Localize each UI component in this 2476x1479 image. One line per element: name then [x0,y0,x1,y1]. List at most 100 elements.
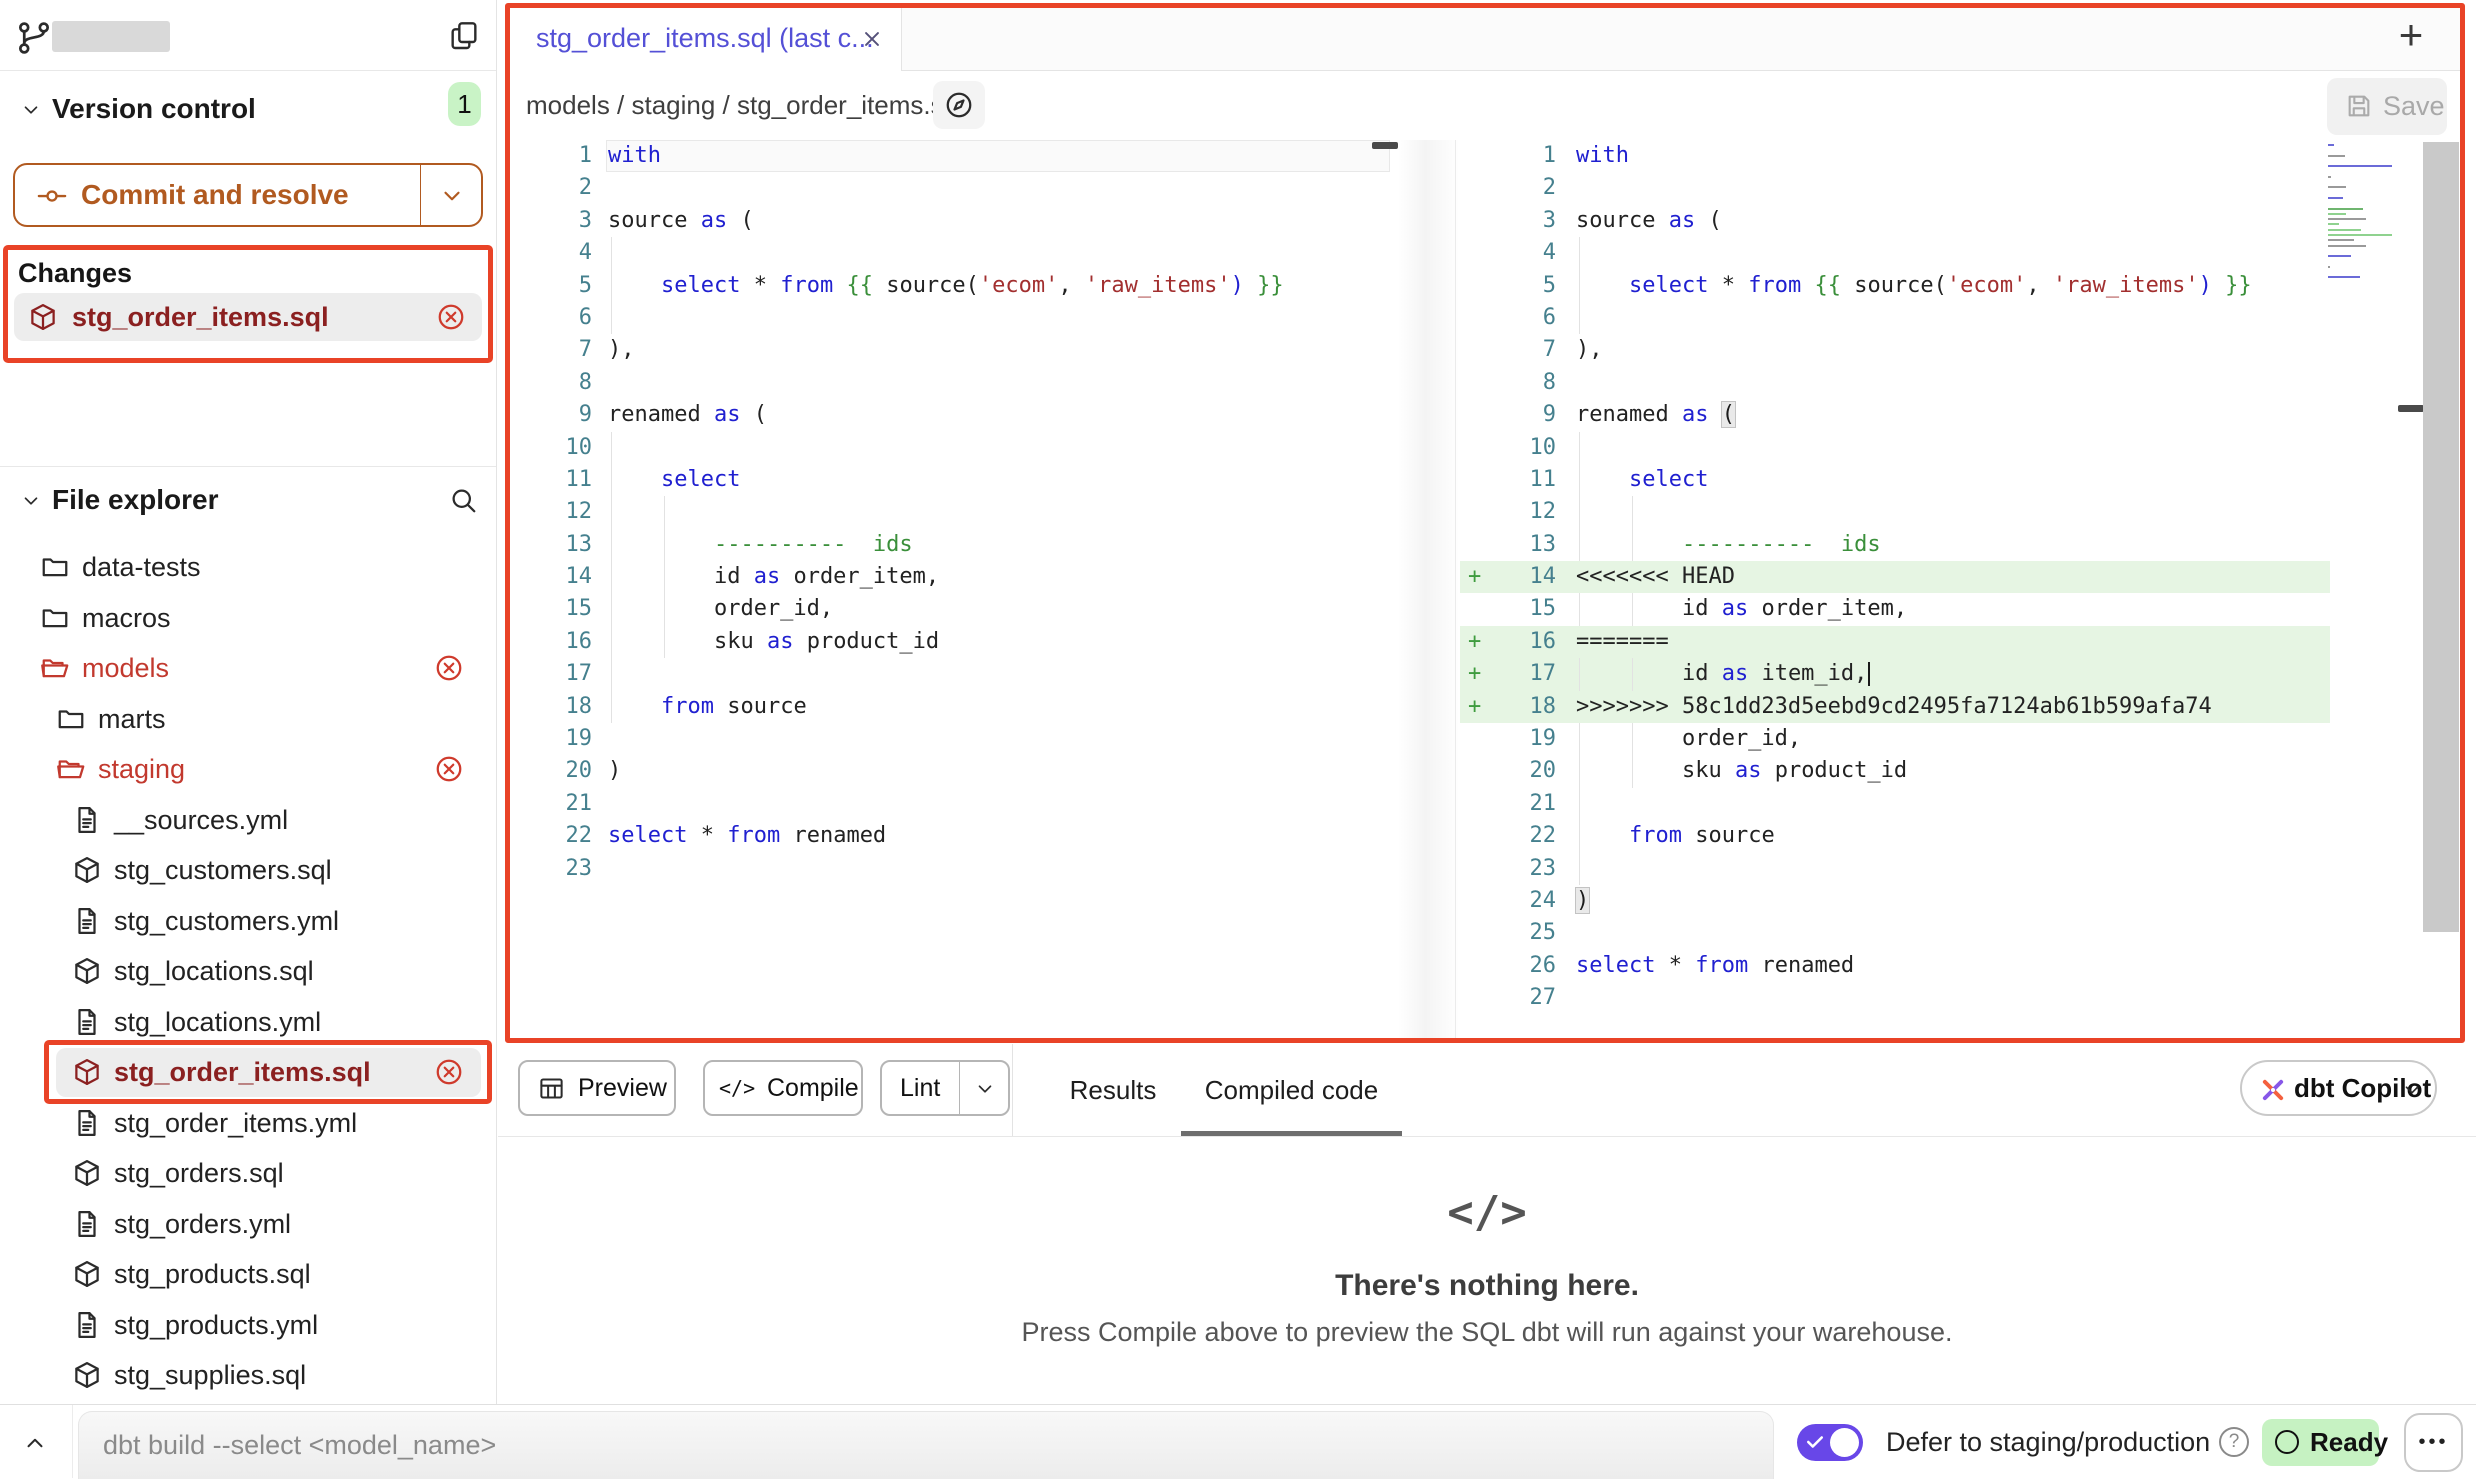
file-row-stg_supplies.sql[interactable]: stg_supplies.sql [0,1350,496,1401]
code-line-12[interactable]: 12 [510,496,1456,528]
file-row-stg_customers.yml[interactable]: stg_customers.yml [0,896,496,947]
file-row-stg_order_items.sql[interactable]: stg_order_items.sql [0,1047,496,1098]
code-line-17[interactable]: +17 id as item_id, [1460,658,2330,690]
code-line-3[interactable]: 3source as ( [510,205,1456,237]
code-line-16[interactable]: 16 sku as product_id [510,626,1456,658]
file-row-marts[interactable]: marts [0,694,496,745]
code-line-4[interactable]: 4 [1460,237,2330,269]
file-row-data-tests[interactable]: data-tests [0,542,496,593]
code-line-27[interactable]: 27 [1460,982,2330,1014]
file-row-stg_locations.yml[interactable]: stg_locations.yml [0,997,496,1048]
code-line-3[interactable]: 3source as ( [1460,205,2330,237]
branch-name-placeholder[interactable] [52,21,170,52]
code-line-15[interactable]: 15 order_id, [510,593,1456,625]
tab-stg-order-items[interactable]: stg_order_items.sql (last c... [510,8,902,72]
code-line-9[interactable]: 9renamed as ( [510,399,1456,431]
file-row-macros[interactable]: macros [0,593,496,644]
file-row-stg_orders.sql[interactable]: stg_orders.sql [0,1148,496,1199]
chevron-down-icon[interactable] [439,183,465,209]
code-line-2[interactable]: 2 [510,172,1456,204]
code-line-19[interactable]: 19 order_id, [1460,723,2330,755]
discard-change-icon[interactable] [434,754,464,784]
file-row-stg_orders.yml[interactable]: stg_orders.yml [0,1199,496,1250]
code-pane-left[interactable]: 1with23source as (45 select * from {{ so… [510,140,1456,1038]
code-line-21[interactable]: 21 [510,788,1456,820]
tab-results[interactable]: Results [1053,1044,1173,1137]
status-badge-ready[interactable]: Ready [2262,1419,2379,1466]
discard-change-icon[interactable] [436,302,466,332]
copy-icon[interactable] [448,20,480,52]
scrollbar-thumb[interactable] [2398,405,2424,412]
file-row-models[interactable]: models [0,643,496,694]
code-line-10[interactable]: 10 [510,432,1456,464]
compile-button[interactable]: </> Compile [703,1060,863,1116]
tab-compiled-code[interactable]: Compiled code [1181,1044,1402,1137]
discard-change-icon[interactable] [434,653,464,683]
file-row-stg_products.yml[interactable]: stg_products.yml [0,1300,496,1351]
dbt-copilot-button[interactable]: dbt Copilot [2240,1060,2437,1116]
code-line-10[interactable]: 10 [1460,432,2330,464]
code-line-11[interactable]: 11 select [510,464,1456,496]
code-line-23[interactable]: 23 [510,853,1456,885]
more-options-button[interactable]: ••• [2404,1413,2463,1472]
scrollbar[interactable] [2423,142,2459,932]
code-line-2[interactable]: 2 [1460,172,2330,204]
search-icon[interactable] [448,485,478,515]
new-tab-button[interactable]: + [2386,10,2436,60]
code-line-26[interactable]: 26select * from renamed [1460,950,2330,982]
code-line-22[interactable]: 22select * from renamed [510,820,1456,852]
code-line-6[interactable]: 6 [1460,302,2330,334]
code-line-5[interactable]: 5 select * from {{ source('ecom', 'raw_i… [1460,270,2330,302]
chevron-down-icon[interactable] [20,490,42,512]
code-line-1[interactable]: 1with [1460,140,2330,172]
code-line-15[interactable]: 15 id as order_item, [1460,593,2330,625]
file-row-stg_products.sql[interactable]: stg_products.sql [0,1249,496,1300]
code-line-8[interactable]: 8 [1460,367,2330,399]
defer-toggle[interactable] [1797,1424,1863,1461]
commit-and-resolve-button[interactable]: Commit and resolve [13,163,483,227]
code-line-11[interactable]: 11 select [1460,464,2330,496]
code-line-22[interactable]: 22 from source [1460,820,2330,852]
changed-file-row[interactable]: stg_order_items.sql [14,293,482,341]
code-line-24[interactable]: 24) [1460,885,2330,917]
preview-button[interactable]: Preview [518,1060,676,1116]
help-icon[interactable]: ? [2219,1427,2249,1457]
version-control-section[interactable]: Version control 1 [0,92,496,126]
code-line-16[interactable]: +16======= [1460,626,2330,658]
code-line-17[interactable]: 17 [510,658,1456,690]
code-line-8[interactable]: 8 [510,367,1456,399]
code-line-21[interactable]: 21 [1460,788,2330,820]
code-line-9[interactable]: 9renamed as ( [1460,399,2330,431]
code-line-18[interactable]: 18 from source [510,691,1456,723]
code-line-14[interactable]: 14 id as order_item, [510,561,1456,593]
file-row-staging[interactable]: staging [0,744,496,795]
code-line-23[interactable]: 23 [1460,853,2330,885]
scrollbar-thumb[interactable] [1372,142,1398,149]
file-row-stg_locations.sql[interactable]: stg_locations.sql [0,946,496,997]
code-line-20[interactable]: 20 sku as product_id [1460,755,2330,787]
close-icon[interactable] [859,26,885,52]
chevron-down-icon[interactable] [20,99,42,121]
code-line-7[interactable]: 7), [510,334,1456,366]
code-line-18[interactable]: +18>>>>>>> 58c1dd23d5eebd9cd2495fa7124ab… [1460,691,2330,723]
code-line-25[interactable]: 25 [1460,917,2330,949]
discard-change-icon[interactable] [434,1057,464,1087]
file-row-stg_order_items.yml[interactable]: stg_order_items.yml [0,1098,496,1149]
file-row-stg_customers.sql[interactable]: stg_customers.sql [0,845,496,896]
code-pane-right[interactable]: 1with23source as (45 select * from {{ so… [1460,140,2460,1038]
code-line-13[interactable]: 13 ---------- ids [1460,529,2330,561]
explore-lineage-button[interactable] [933,81,985,129]
code-line-12[interactable]: 12 [1460,496,2330,528]
code-line-4[interactable]: 4 [510,237,1456,269]
code-line-14[interactable]: +14<<<<<<< HEAD [1460,561,2330,593]
code-line-7[interactable]: 7), [1460,334,2330,366]
lint-button[interactable]: Lint [880,1060,1010,1116]
chevron-up-icon[interactable] [22,1430,48,1456]
file-explorer-section[interactable]: File explorer [0,483,496,517]
code-line-13[interactable]: 13 ---------- ids [510,529,1456,561]
code-line-6[interactable]: 6 [510,302,1456,334]
minimap[interactable] [2328,144,2394,294]
code-line-5[interactable]: 5 select * from {{ source('ecom', 'raw_i… [510,270,1456,302]
code-line-19[interactable]: 19 [510,723,1456,755]
file-row-__sources.yml[interactable]: __sources.yml [0,795,496,846]
